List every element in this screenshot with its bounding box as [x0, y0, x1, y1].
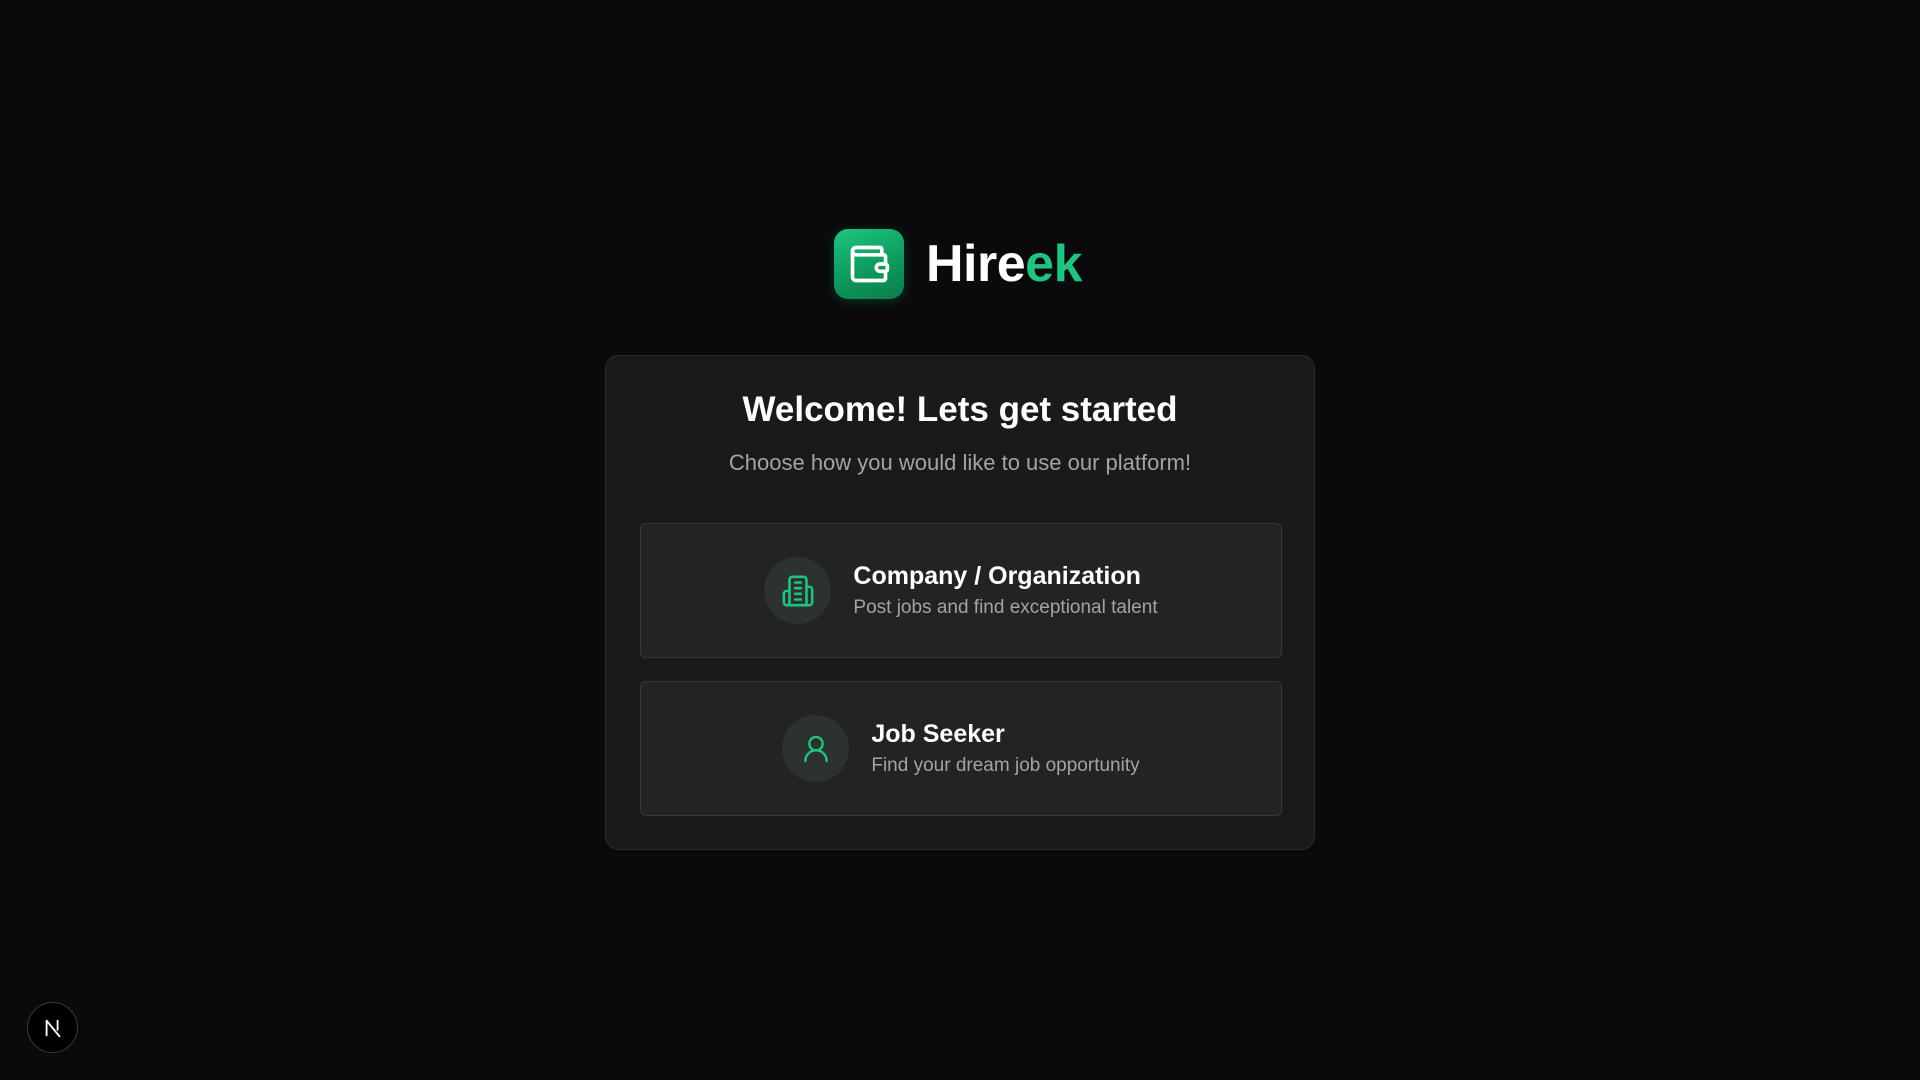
building-icon: [782, 575, 814, 606]
job-seeker-option-button[interactable]: Job Seeker Find your dream job opportuni…: [640, 681, 1282, 816]
welcome-subtitle: Choose how you would like to use our pla…: [728, 450, 1192, 475]
company-option-button[interactable]: Company / Organization Post jobs and fin…: [640, 523, 1282, 658]
page: Hire ek Welcome! Lets get started Choose …: [0, 0, 1920, 1080]
company-option-description: Post jobs and find exceptional talent: [853, 596, 1158, 618]
nextjs-icon: [45, 1019, 60, 1037]
user-icon: [803, 735, 828, 762]
brand-header: Hire ek: [834, 229, 1082, 299]
welcome-title: Welcome! Lets get started: [742, 390, 1178, 429]
brand-name-primary: Hire: [926, 235, 1026, 293]
company-option-text: Company / Organization Post jobs and fin…: [853, 560, 1157, 622]
company-option-icon-circle: [764, 557, 832, 624]
brand-name: Hire ek: [926, 229, 1082, 299]
company-option-title: Company / Organization: [853, 561, 1141, 590]
welcome-card: Welcome! Lets get started Choose how you…: [605, 355, 1315, 850]
job-seeker-option-icon-circle: [782, 715, 850, 782]
company-option-content: Company / Organization Post jobs and fin…: [764, 557, 1158, 624]
job-seeker-option-title: Job Seeker: [871, 719, 1005, 748]
job-seeker-option-text: Job Seeker Find your dream job opportuni…: [871, 718, 1139, 780]
brand-name-accent: ek: [1025, 235, 1082, 293]
job-seeker-option-content: Job Seeker Find your dream job opportuni…: [782, 715, 1140, 782]
wallet-icon: [850, 245, 890, 283]
job-seeker-option-description: Find your dream job opportunity: [871, 754, 1140, 776]
nextjs-dev-badge-button[interactable]: [27, 1002, 78, 1053]
brand-logo: [834, 229, 904, 299]
